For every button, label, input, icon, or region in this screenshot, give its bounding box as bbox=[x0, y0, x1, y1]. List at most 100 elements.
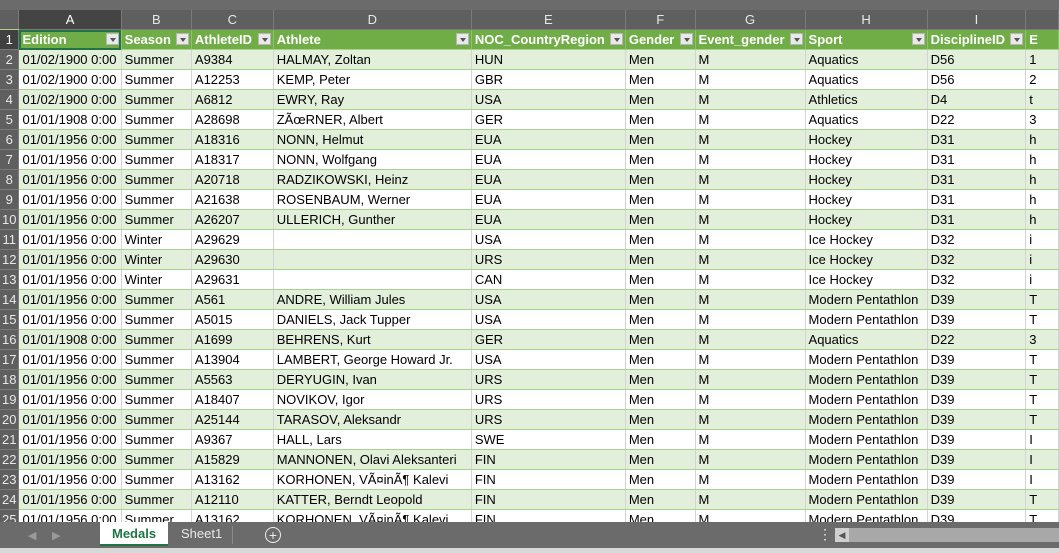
row-header[interactable]: 1 bbox=[0, 29, 20, 50]
cell[interactable]: ROSENBAUM, Werner bbox=[273, 189, 472, 210]
cell[interactable]: M bbox=[695, 249, 806, 270]
spreadsheet-grid[interactable]: ABCDEFGHI 1 Edition Season AthleteID Athlete… bbox=[0, 10, 1059, 522]
filter-dropdown-icon[interactable] bbox=[911, 33, 925, 45]
cell[interactable]: Summer bbox=[121, 509, 192, 522]
filter-dropdown-icon[interactable] bbox=[105, 33, 119, 45]
cell[interactable]: Summer bbox=[121, 149, 192, 170]
cell[interactable]: 01/01/1956 0:00 bbox=[18, 389, 122, 410]
cell[interactable]: Men bbox=[625, 249, 696, 270]
cell[interactable]: Men bbox=[625, 49, 696, 70]
cell[interactable]: GER bbox=[471, 109, 626, 130]
cell[interactable]: 01/01/1956 0:00 bbox=[18, 169, 122, 190]
header-cell-event-gender[interactable]: Event_gender bbox=[695, 29, 806, 50]
cell[interactable]: Hockey bbox=[805, 149, 928, 170]
cell[interactable]: Summer bbox=[121, 369, 192, 390]
row-header[interactable]: 5 bbox=[0, 109, 20, 130]
cell[interactable]: Men bbox=[625, 89, 696, 110]
cell[interactable]: Aquatics bbox=[805, 69, 928, 90]
cell[interactable]: USA bbox=[471, 349, 626, 370]
cell[interactable]: URS bbox=[471, 249, 626, 270]
cell[interactable]: FIN bbox=[471, 449, 626, 470]
cell[interactable]: M bbox=[695, 129, 806, 150]
cell[interactable]: KEMP, Peter bbox=[273, 69, 472, 90]
filter-dropdown-icon[interactable] bbox=[679, 33, 693, 45]
cell[interactable]: A5015 bbox=[191, 309, 274, 330]
cell[interactable]: URS bbox=[471, 389, 626, 410]
cell[interactable]: FIN bbox=[471, 469, 626, 490]
cell[interactable]: D32 bbox=[927, 229, 1027, 250]
cell[interactable]: A12110 bbox=[191, 489, 274, 510]
cell[interactable]: M bbox=[695, 69, 806, 90]
cell[interactable]: Summer bbox=[121, 309, 192, 330]
cell[interactable]: A5563 bbox=[191, 369, 274, 390]
cell[interactable]: ZÃœRNER, Albert bbox=[273, 109, 472, 130]
column-header-a[interactable]: A bbox=[18, 10, 122, 30]
cell[interactable]: 01/01/1956 0:00 bbox=[18, 289, 122, 310]
cell[interactable]: A25144 bbox=[191, 409, 274, 430]
cell[interactable]: Hockey bbox=[805, 209, 928, 230]
column-header-e[interactable]: E bbox=[471, 10, 626, 30]
cell[interactable]: Ice Hockey bbox=[805, 269, 928, 290]
row-header[interactable]: 23 bbox=[0, 469, 20, 490]
cell[interactable]: D39 bbox=[927, 409, 1027, 430]
cell[interactable]: D22 bbox=[927, 329, 1027, 350]
cell[interactable]: Modern Pentathlon bbox=[805, 309, 928, 330]
row-header[interactable]: 22 bbox=[0, 449, 20, 470]
cell[interactable]: DANIELS, Jack Tupper bbox=[273, 309, 472, 330]
cell[interactable]: TARASOV, Aleksandr bbox=[273, 409, 472, 430]
cell[interactable]: CAN bbox=[471, 269, 626, 290]
cell[interactable]: T bbox=[1025, 369, 1059, 390]
cell[interactable]: DERYUGIN, Ivan bbox=[273, 369, 472, 390]
cell[interactable]: M bbox=[695, 329, 806, 350]
row-header[interactable]: 17 bbox=[0, 349, 20, 370]
cell[interactable]: Men bbox=[625, 269, 696, 290]
cell[interactable]: A29631 bbox=[191, 269, 274, 290]
cell[interactable]: A28698 bbox=[191, 109, 274, 130]
cell[interactable]: Modern Pentathlon bbox=[805, 349, 928, 370]
row-header[interactable]: 24 bbox=[0, 489, 20, 510]
cell[interactable]: A9367 bbox=[191, 429, 274, 450]
cell[interactable]: 01/01/1956 0:00 bbox=[18, 449, 122, 470]
row-header[interactable]: 4 bbox=[0, 89, 20, 110]
cell[interactable]: ULLERICH, Gunther bbox=[273, 209, 472, 230]
filter-dropdown-icon[interactable] bbox=[175, 33, 189, 45]
cell[interactable]: Men bbox=[625, 429, 696, 450]
scroll-left-icon[interactable]: ◀ bbox=[835, 528, 849, 542]
cell[interactable]: Summer bbox=[121, 129, 192, 150]
cell[interactable]: Hockey bbox=[805, 189, 928, 210]
cell[interactable]: T bbox=[1025, 349, 1059, 370]
cell[interactable]: Winter bbox=[121, 269, 192, 290]
cell[interactable]: A29629 bbox=[191, 229, 274, 250]
cell[interactable]: A6812 bbox=[191, 89, 274, 110]
header-cell-gender[interactable]: Gender bbox=[625, 29, 696, 50]
cell[interactable]: A12253 bbox=[191, 69, 274, 90]
cell[interactable]: D22 bbox=[927, 109, 1027, 130]
cell[interactable]: Summer bbox=[121, 289, 192, 310]
cell[interactable]: FIN bbox=[471, 489, 626, 510]
cell[interactable]: Men bbox=[625, 109, 696, 130]
cell[interactable]: Ice Hockey bbox=[805, 229, 928, 250]
cell[interactable]: Aquatics bbox=[805, 49, 928, 70]
cell[interactable]: 01/01/1908 0:00 bbox=[18, 109, 122, 130]
cell[interactable]: D39 bbox=[927, 429, 1027, 450]
cell[interactable]: Men bbox=[625, 149, 696, 170]
row-header[interactable]: 21 bbox=[0, 429, 20, 450]
header-cell-disciplineid[interactable]: DisciplineID bbox=[927, 29, 1027, 50]
row-header[interactable]: 25 bbox=[0, 509, 20, 522]
cell[interactable]: M bbox=[695, 409, 806, 430]
cell[interactable]: t bbox=[1025, 89, 1059, 110]
cell[interactable]: Modern Pentathlon bbox=[805, 489, 928, 510]
row-header[interactable]: 13 bbox=[0, 269, 20, 290]
cell[interactable]: D56 bbox=[927, 49, 1027, 70]
cell[interactable]: I bbox=[1025, 469, 1059, 490]
cell[interactable]: Summer bbox=[121, 469, 192, 490]
cell[interactable]: BEHRENS, Kurt bbox=[273, 329, 472, 350]
cell[interactable]: 01/01/1956 0:00 bbox=[18, 429, 122, 450]
cell[interactable]: Men bbox=[625, 309, 696, 330]
cell[interactable]: RADZIKOWSKI, Heinz bbox=[273, 169, 472, 190]
cell[interactable]: h bbox=[1025, 149, 1059, 170]
cell[interactable]: GBR bbox=[471, 69, 626, 90]
row-header[interactable]: 7 bbox=[0, 149, 20, 170]
cell[interactable]: Summer bbox=[121, 449, 192, 470]
cell[interactable]: Modern Pentathlon bbox=[805, 389, 928, 410]
